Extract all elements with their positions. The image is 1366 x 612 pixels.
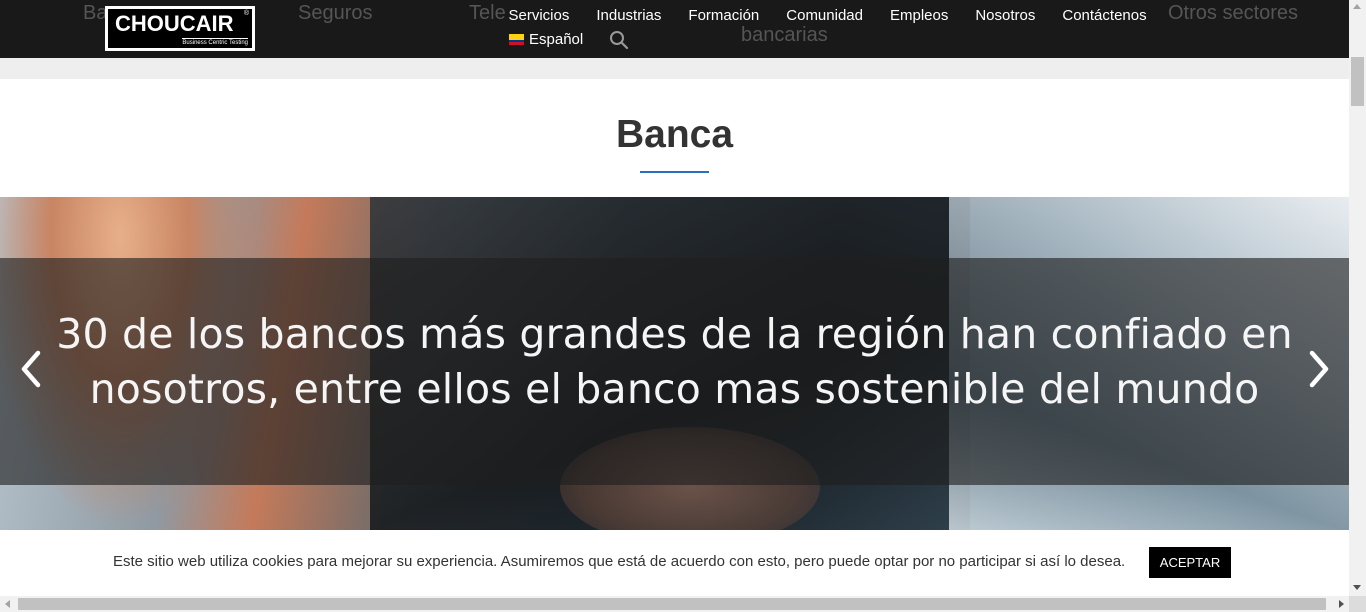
- page-title: Banca: [615, 113, 734, 156]
- logo-tagline: Business Centric Testing: [182, 38, 248, 46]
- cookie-message: Este sitio web utiliza cookies para mejo…: [113, 553, 1126, 570]
- colombia-flag-icon: [509, 34, 524, 45]
- logo[interactable]: CHOUCAIR ® Business Centric Testing: [105, 6, 255, 51]
- nav-item-nosotros[interactable]: Nosotros: [962, 6, 1049, 26]
- chevron-right-icon[interactable]: [1306, 349, 1332, 389]
- scroll-down-icon[interactable]: [1353, 585, 1361, 590]
- industry-tab[interactable]: Seguros: [298, 2, 373, 25]
- logo-registered-mark: ®: [243, 10, 249, 17]
- header-separator: [0, 58, 1349, 79]
- nav-item-comunidad[interactable]: Comunidad: [773, 6, 877, 26]
- title-underline: [640, 171, 709, 173]
- nav-item-empleos[interactable]: Empleos: [876, 6, 961, 26]
- cookie-banner: Este sitio web utiliza cookies para mejo…: [0, 530, 1349, 596]
- nav-item-formacion[interactable]: Formación: [675, 6, 773, 26]
- nav-item-servicios[interactable]: Servicios: [495, 6, 583, 26]
- scrollbar-corner: [1349, 596, 1366, 612]
- search-icon[interactable]: [609, 30, 629, 50]
- scroll-left-icon[interactable]: [5, 600, 10, 608]
- scrollbar-thumb[interactable]: [1351, 57, 1364, 106]
- scroll-up-icon[interactable]: [1353, 4, 1361, 9]
- chevron-left-icon[interactable]: [18, 349, 44, 389]
- site-header: Ba Seguros Tele bancarias Otros sectores…: [0, 0, 1349, 58]
- scroll-right-icon[interactable]: [1339, 600, 1344, 608]
- industry-tab[interactable]: bancarias: [741, 24, 828, 47]
- language-selector[interactable]: Español: [509, 31, 583, 48]
- logo-text: CHOUCAIR: [115, 11, 234, 36]
- nav-item-industrias[interactable]: Industrias: [583, 6, 675, 26]
- nav-item-contactenos[interactable]: Contáctenos: [1049, 6, 1160, 26]
- hero-caption: 30 de los bancos más grandes de la regió…: [56, 310, 1293, 413]
- hero-slider: 30 de los bancos más grandes de la regió…: [0, 197, 1349, 530]
- vertical-scrollbar[interactable]: [1349, 0, 1366, 596]
- horizontal-scrollbar[interactable]: [0, 596, 1349, 612]
- accept-cookies-button[interactable]: ACEPTAR: [1149, 547, 1231, 578]
- language-label: Español: [529, 31, 584, 48]
- scrollbar-thumb[interactable]: [18, 598, 1326, 610]
- industry-tab[interactable]: Ba: [83, 2, 107, 25]
- industry-tab[interactable]: Otros sectores: [1168, 2, 1298, 25]
- main-nav: Servicios Industrias Formación Comunidad…: [495, 6, 1160, 26]
